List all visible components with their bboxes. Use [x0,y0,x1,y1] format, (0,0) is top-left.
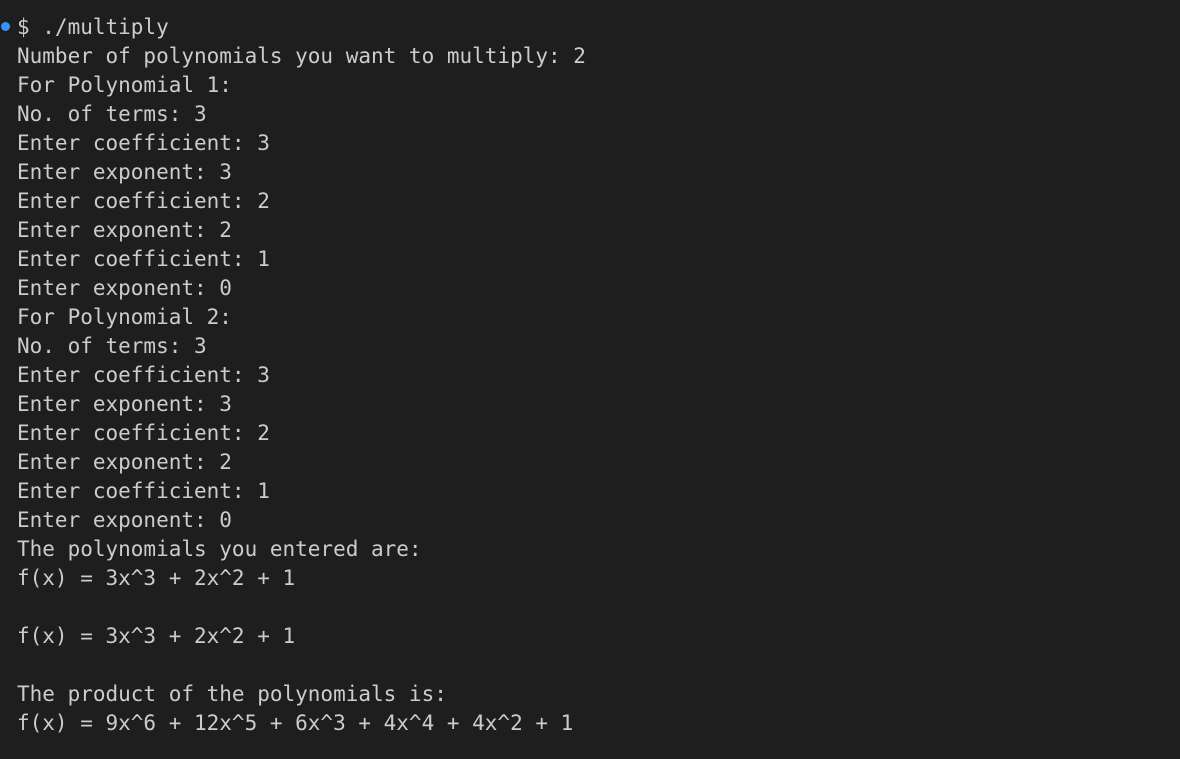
terminal-output-line: Number of polynomials you want to multip… [17,44,586,68]
terminal-output-line: Enter exponent: 2 [17,218,232,242]
terminal-output-line: For Polynomial 1: [17,73,232,97]
terminal-output-line: For Polynomial 2: [17,305,232,329]
terminal-output-line: The product of the polynomials is: [17,682,447,706]
terminal-output-line: Enter coefficient: 3 [17,131,270,155]
terminal-output-line: Enter exponent: 3 [17,160,232,184]
terminal-output-line: Enter coefficient: 3 [17,363,270,387]
terminal-output-line: No. of terms: 3 [17,102,207,126]
terminal-output-line: Enter exponent: 0 [17,276,232,300]
terminal-output-line: Enter exponent: 0 [17,508,232,532]
terminal-output-line: No. of terms: 3 [17,334,207,358]
terminal-output-line: Enter exponent: 3 [17,392,232,416]
terminal-output-line: f(x) = 3x^3 + 2x^2 + 1 [17,624,296,648]
terminal-output-line: Enter coefficient: 1 [17,479,270,503]
terminal-output-line: The polynomials you entered are: [17,537,422,561]
terminal-output-line: Enter exponent: 2 [17,450,232,474]
terminal-output-line: Enter coefficient: 2 [17,421,270,445]
terminal-command-line: $ ./multiply [17,15,169,39]
command-decoration-icon[interactable] [1,22,10,31]
terminal-output-line: f(x) = 3x^3 + 2x^2 + 1 [17,566,296,590]
terminal-output-line: Enter coefficient: 1 [17,247,270,271]
terminal-output-line: f(x) = 9x^6 + 12x^5 + 6x^3 + 4x^4 + 4x^2… [17,711,574,735]
terminal-panel[interactable]: $ ./multiply Number of polynomials you w… [0,0,1180,759]
terminal-output-line: Enter coefficient: 2 [17,189,270,213]
